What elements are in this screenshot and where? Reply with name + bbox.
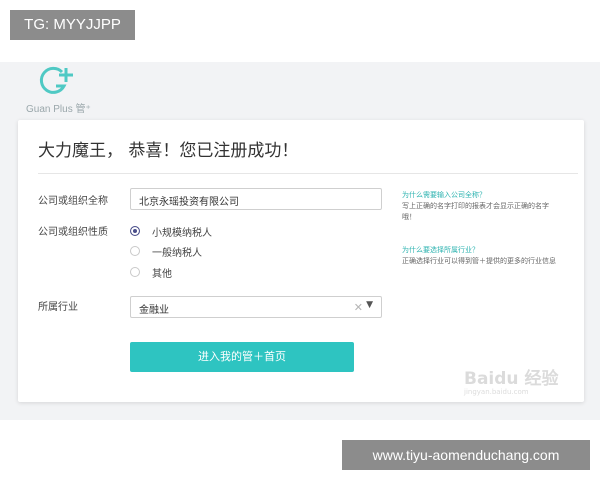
radio-selected-icon: [130, 226, 140, 236]
org-name-value: 北京永瑶投资有限公司: [139, 197, 239, 208]
org-name-input[interactable]: 北京永瑶投资有限公司: [130, 188, 382, 210]
radio-unselected-icon: [130, 267, 140, 277]
radio-unselected-icon: [130, 246, 140, 256]
watermark-url: jingyan.baidu.com: [464, 388, 529, 396]
org-type-label: 公司或组织性质: [38, 227, 108, 238]
help-industry-title[interactable]: 为什么要选择所属行业？: [402, 245, 479, 255]
industry-value: 金融业: [139, 305, 169, 316]
help-org-name-body: 写上正确的名字打印的报表才会显示正确的名字哦！: [402, 202, 549, 221]
radio-label: 一般纳税人: [152, 248, 202, 259]
help-industry-body: 正确选择行业可以得到管＋提供的更多的行业信息: [402, 257, 556, 265]
radio-label: 其他: [152, 269, 172, 280]
industry-select[interactable]: 金融业 ✕ ▼: [130, 296, 382, 318]
page-title: 大力魔王， 恭喜！您已注册成功！: [38, 141, 299, 161]
caret-down-icon[interactable]: ▼: [366, 300, 373, 310]
app-logo[interactable]: Guan Plus 管⁺: [24, 64, 114, 116]
guan-plus-logo-icon: [39, 66, 73, 94]
title-divider: [38, 173, 578, 174]
clear-icon[interactable]: ✕: [354, 301, 363, 314]
tag-overlay: TG: MYYJJPP: [10, 10, 135, 40]
org-name-label: 公司或组织全称: [38, 196, 108, 207]
enter-home-button[interactable]: 进入我的管＋首页: [130, 342, 354, 372]
radio-label: 小规模纳税人: [152, 228, 212, 239]
industry-label: 所属行业: [38, 302, 78, 313]
logo-text: Guan Plus 管⁺: [26, 104, 91, 115]
baidu-watermark: Baidu 经验 jingyan.baidu.com: [458, 360, 578, 400]
watermark-brand: Baidu 经验: [464, 369, 559, 389]
help-org-name-title[interactable]: 为什么需要输入公司全称？: [402, 190, 486, 200]
url-overlay: www.tiyu-aomenduchang.com: [342, 440, 590, 470]
